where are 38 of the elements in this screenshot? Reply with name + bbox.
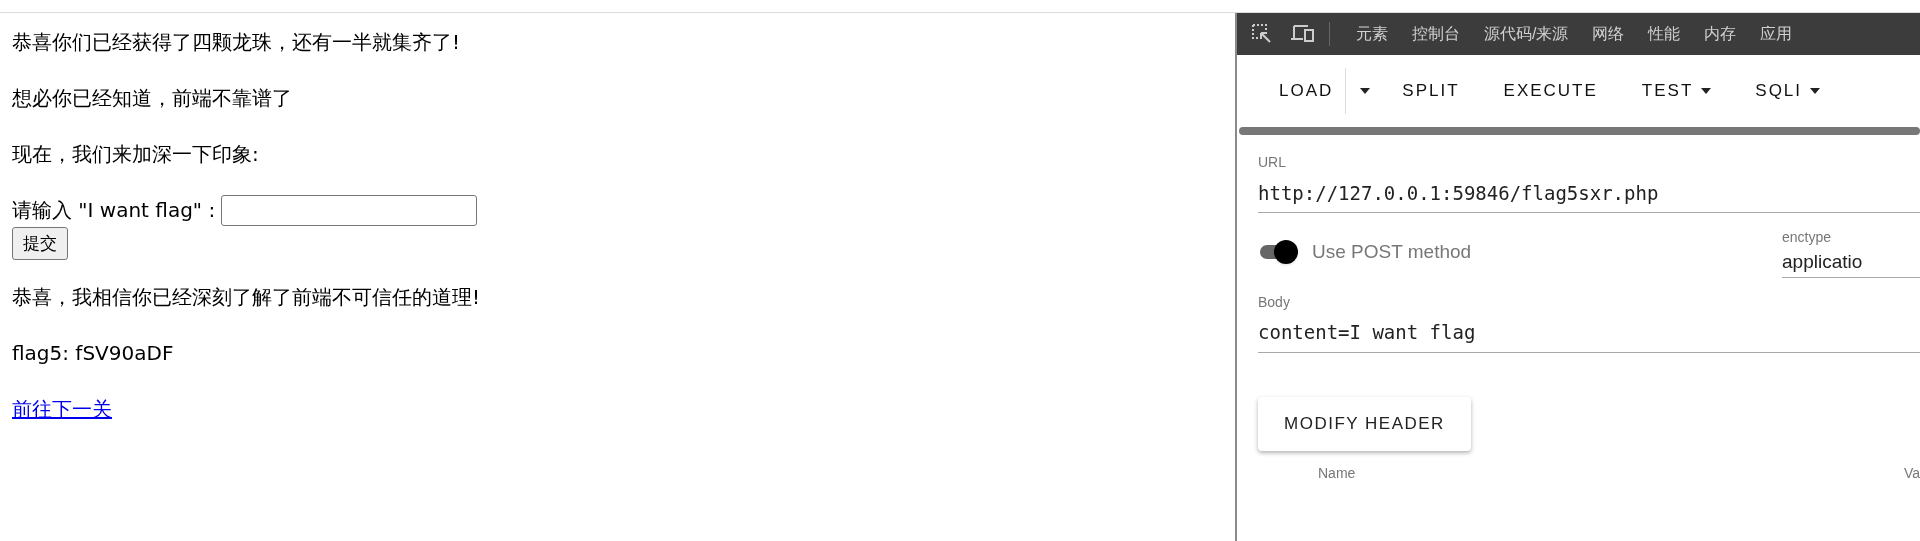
submit-button[interactable]: 提交 bbox=[12, 227, 68, 260]
devtools-tab[interactable]: 元素 bbox=[1344, 13, 1400, 55]
devtools-tab[interactable]: 内存 bbox=[1692, 13, 1749, 55]
toolbar-button[interactable]: LOAD bbox=[1267, 71, 1346, 111]
caret-icon bbox=[1701, 88, 1712, 94]
paragraph: 现在，我们来加深一下印象: bbox=[12, 141, 259, 168]
caret-icon bbox=[1360, 88, 1371, 94]
post-method-label: Use POST method bbox=[1312, 240, 1472, 264]
device-icon[interactable] bbox=[1291, 24, 1315, 44]
message-text: flag5: fSV90aDF bbox=[12, 340, 174, 367]
paragraph: 恭喜你们已经获得了四颗龙珠，还有一半就集齐了! bbox=[12, 29, 461, 56]
devtools-tab[interactable]: 性能 bbox=[1636, 13, 1693, 55]
post-method-switch[interactable] bbox=[1258, 240, 1298, 265]
body-field[interactable]: content=I want flag bbox=[1258, 312, 1920, 353]
column-header: Name bbox=[1318, 463, 1356, 483]
devtools-tab[interactable]: 应用 bbox=[1748, 13, 1805, 55]
inspect-icon[interactable] bbox=[1251, 23, 1273, 45]
url-label: URL bbox=[1258, 153, 1286, 172]
body-label: Body bbox=[1258, 292, 1290, 312]
input-field[interactable] bbox=[221, 194, 478, 226]
input-label: 请输入 "I want flag" : bbox=[12, 197, 216, 224]
dropdown-button[interactable] bbox=[1345, 68, 1371, 114]
toolbar-button[interactable]: SPLIT bbox=[1390, 71, 1472, 111]
next-level-link[interactable]: 前往下一关 bbox=[12, 397, 112, 421]
column-header: Va bbox=[1903, 463, 1920, 483]
caret-icon bbox=[1810, 88, 1821, 94]
toolbar-button[interactable]: SQLI bbox=[1743, 71, 1833, 111]
modify-header-button[interactable]: MODIFY HEADER bbox=[1258, 396, 1471, 451]
devtools-tab[interactable]: 源代码/来源 bbox=[1472, 13, 1581, 55]
url-field[interactable]: http://127.0.0.1:59846/flag5sxr.php bbox=[1258, 173, 1920, 213]
message-text: 恭喜，我相信你已经深刻了解了前端不可信任的道理! bbox=[12, 284, 481, 311]
devtools-tab[interactable]: 控制台 bbox=[1400, 13, 1472, 55]
enctype-field[interactable]: applicatio bbox=[1782, 248, 1920, 278]
toolbar-button[interactable]: TEST bbox=[1629, 71, 1724, 111]
devtools-tab[interactable]: 网络 bbox=[1580, 13, 1637, 55]
paragraph: 想必你已经知道，前端不靠谱了 bbox=[12, 85, 292, 112]
toolbar-button[interactable]: EXECUTE bbox=[1491, 71, 1610, 111]
enctype-label: enctype bbox=[1782, 228, 1832, 247]
